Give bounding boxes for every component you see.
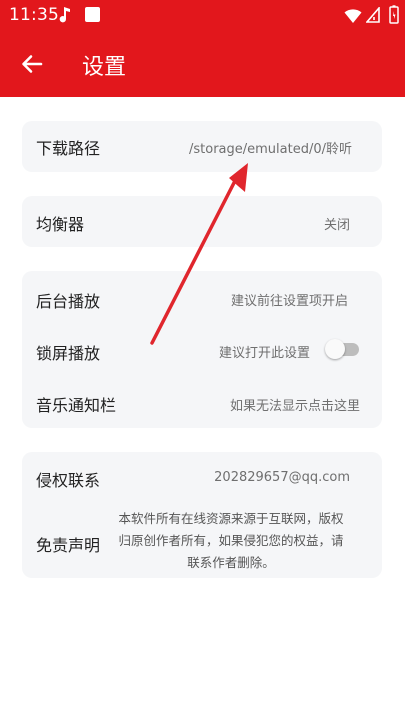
wifi-icon <box>344 9 362 23</box>
notification-bar-label: 音乐通知栏 <box>36 396 117 415</box>
lockscreen-play-value: 建议打开此设置 <box>218 346 310 361</box>
battery-icon <box>389 5 399 24</box>
disclaimer-row: 免责声明 本软件所有在线资源来源于互联网，版权归原创作者所有，如果侵犯您的权益，… <box>22 452 382 578</box>
notification-bar-value: 如果无法显示点击这里 <box>229 399 360 414</box>
download-path-label: 下载路径 <box>36 139 101 158</box>
disclaimer-text: 本软件所有在线资源来源于互联网，版权归原创作者所有，如果侵犯您的权益，请联系作者… <box>118 511 344 570</box>
playback-card: 后台播放 建议前往设置项开启 锁屏播放 建议打开此设置 音乐通知栏 如果无法显示… <box>22 271 382 428</box>
toolbar: 设置 <box>0 32 405 97</box>
download-path-card: 下载路径 /storage/emulated/0/聆听 <box>22 121 382 172</box>
lockscreen-play-label: 锁屏播放 <box>36 344 101 363</box>
equalizer-value: 关闭 <box>323 218 350 233</box>
page-title: 设置 <box>82 55 127 80</box>
download-path-row[interactable]: 下载路径 /storage/emulated/0/聆听 <box>22 121 382 172</box>
lockscreen-play-toggle[interactable] <box>325 338 359 360</box>
background-play-label: 后台播放 <box>36 292 101 311</box>
status-time: 11:35 <box>9 5 59 25</box>
equalizer-card: 均衡器 关闭 <box>22 196 382 247</box>
disclaimer-label: 免责声明 <box>36 536 101 555</box>
background-play-row[interactable]: 后台播放 建议前往设置项开启 <box>22 271 382 323</box>
download-path-value: /storage/emulated/0/聆听 <box>188 142 352 157</box>
legal-card: 侵权联系 202829657@qq.com 免责声明 本软件所有在线资源来源于互… <box>22 452 382 578</box>
equalizer-row[interactable]: 均衡器 关闭 <box>22 196 382 247</box>
lockscreen-play-row: 锁屏播放 建议打开此设置 <box>22 323 382 375</box>
toggle-knob <box>325 339 345 359</box>
app-square-icon <box>85 7 100 22</box>
status-bar: 11:35 <box>0 0 405 32</box>
app-bar: 11:35 设置 <box>0 0 405 97</box>
music-note-icon <box>59 7 70 23</box>
equalizer-label: 均衡器 <box>36 215 85 234</box>
background-play-value: 建议前往设置项开启 <box>230 294 348 309</box>
notification-bar-row[interactable]: 音乐通知栏 如果无法显示点击这里 <box>22 375 382 428</box>
back-arrow-icon[interactable] <box>18 50 46 78</box>
signal-icon <box>366 7 380 23</box>
